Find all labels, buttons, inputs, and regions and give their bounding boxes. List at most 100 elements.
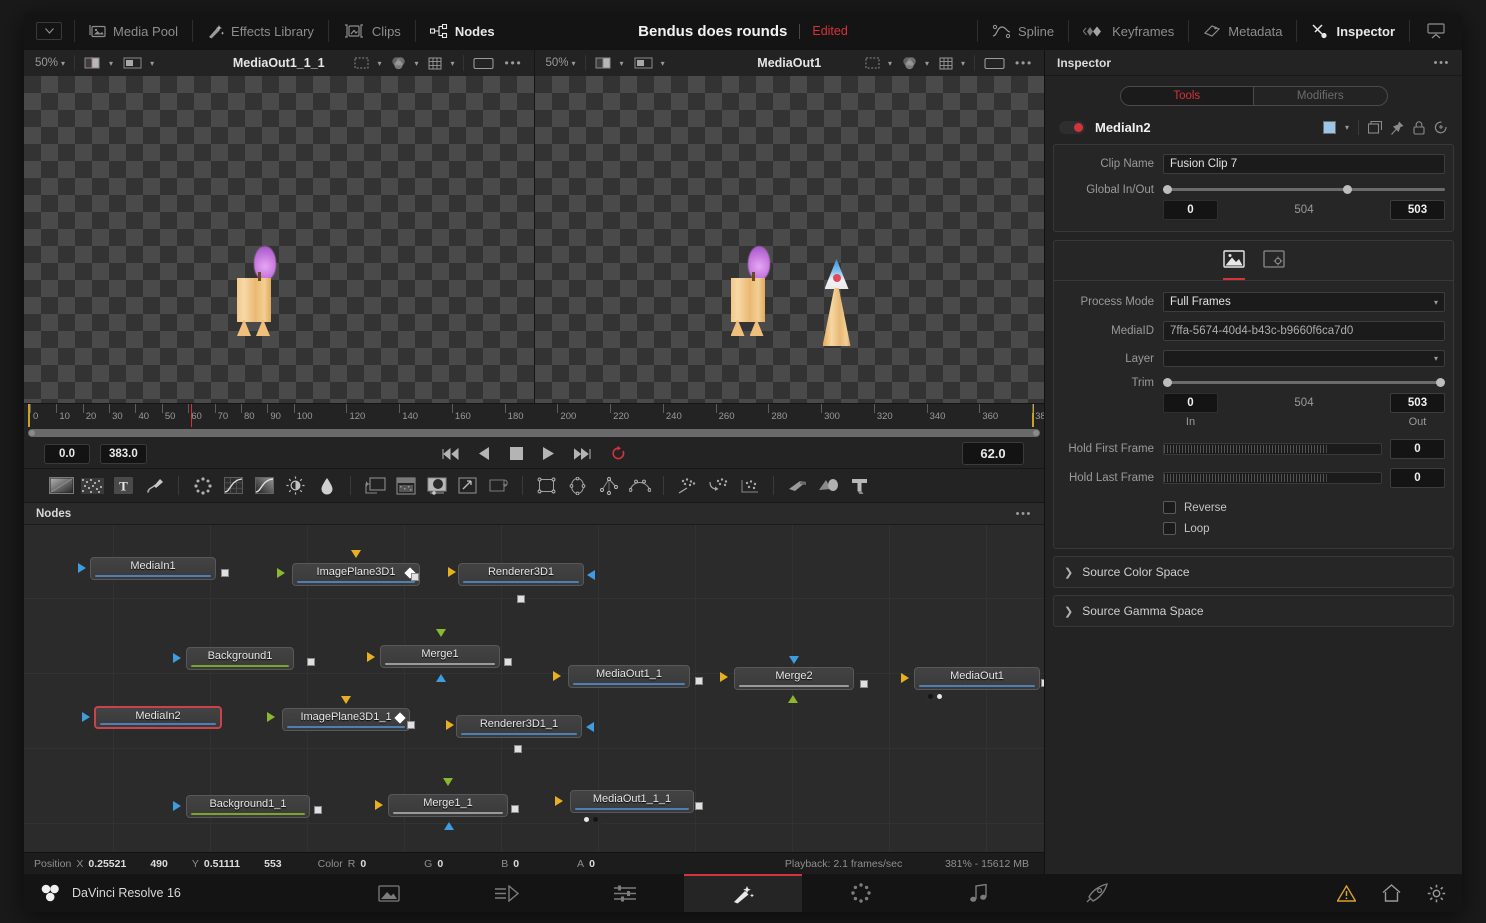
paint-tool[interactable]	[139, 469, 170, 502]
media-pool-button[interactable]: Media Pool	[75, 12, 192, 50]
node-input-arrow[interactable]	[277, 568, 285, 578]
node-output-port[interactable]	[517, 595, 525, 603]
viewer-1-split-button[interactable]: ▾	[79, 50, 118, 76]
node-output-port[interactable]	[407, 721, 415, 729]
metadata-button[interactable]: Metadata	[1189, 12, 1296, 50]
ellipse-mask-tool[interactable]	[562, 469, 593, 502]
trim-knob-in[interactable]	[1163, 378, 1172, 387]
node-input-arrow[interactable]	[173, 653, 181, 663]
node-input-arrow[interactable]	[553, 671, 561, 681]
viewer-1-zoom[interactable]: 50% ▾	[30, 50, 70, 76]
node-input-arrow[interactable]	[375, 800, 383, 810]
background-tool[interactable]	[46, 469, 77, 502]
node-input-arrow[interactable]	[720, 672, 728, 682]
text-tool[interactable]: T	[108, 469, 139, 502]
node-input-arrow[interactable]	[587, 570, 595, 580]
inspector-more-button[interactable]: •••	[1434, 57, 1450, 69]
resize-tool[interactable]	[483, 469, 514, 502]
clips-button[interactable]: Clips	[329, 12, 415, 50]
viewer-2-fit-button[interactable]	[979, 57, 1010, 70]
viewer-1-grid-button[interactable]: ▾	[423, 57, 459, 70]
node-input-arrow[interactable]	[267, 712, 275, 722]
trim-in-field[interactable]: 0	[1163, 393, 1218, 413]
node-input-arrow[interactable]	[901, 673, 909, 683]
dissolve-tool[interactable]	[390, 469, 421, 502]
nodes-more-button[interactable]: •••	[1016, 508, 1032, 520]
viewer-1-dot[interactable]	[928, 694, 933, 699]
tool-enable-toggle[interactable]	[1059, 121, 1085, 134]
viewer-1-layout-button[interactable]: ▾	[118, 50, 159, 76]
tracker-tool[interactable]	[672, 469, 703, 502]
color-corrector-tool[interactable]	[249, 469, 280, 502]
node-input-arrow[interactable]	[436, 674, 446, 682]
duplicate-icon[interactable]	[1368, 121, 1382, 134]
nodes-button[interactable]: Nodes	[416, 12, 509, 50]
trim-knob-out[interactable]	[1436, 378, 1445, 387]
viewer-2-dot[interactable]	[937, 694, 942, 699]
node-mediaout1_1[interactable]: MediaOut1_1	[568, 665, 690, 688]
node-input-arrow[interactable]	[788, 695, 798, 703]
viewer-2-dot[interactable]	[593, 817, 598, 822]
hold-last-frame-slider[interactable]	[1163, 472, 1382, 484]
brightness-contrast-tool[interactable]	[280, 469, 311, 502]
loop-button[interactable]	[611, 446, 626, 461]
trim-slider[interactable]	[1163, 376, 1445, 389]
node-view-indicators[interactable]	[580, 815, 602, 824]
polygon-mask-tool[interactable]	[593, 469, 624, 502]
layer-select[interactable]: ▾	[1163, 350, 1445, 367]
tab-tools[interactable]: Tools	[1120, 87, 1254, 105]
global-in-field[interactable]: 0	[1163, 200, 1218, 220]
slider-knob-out[interactable]	[1343, 185, 1353, 194]
viewer-1-more-button[interactable]: •••	[499, 56, 527, 70]
node-input-arrow[interactable]	[436, 629, 446, 637]
keyframes-button[interactable]: Keyframes	[1069, 12, 1188, 50]
play-forward-button[interactable]	[543, 447, 554, 460]
merge-tool[interactable]	[359, 469, 390, 502]
node-input-arrow[interactable]	[586, 722, 594, 732]
node-output-port[interactable]	[860, 680, 868, 688]
node-output-port[interactable]	[504, 658, 512, 666]
inspector-button[interactable]: Inspector	[1297, 12, 1409, 50]
node-background1_1[interactable]: Background1_1	[186, 795, 310, 818]
node-input-arrow[interactable]	[443, 778, 453, 786]
global-inout-slider[interactable]	[1163, 183, 1445, 196]
node-input-arrow[interactable]	[341, 696, 351, 704]
node-output-port[interactable]	[514, 745, 522, 753]
viewer-1-colorspace-button[interactable]: ▾	[386, 56, 423, 70]
node-output-port[interactable]	[1041, 679, 1044, 687]
node-input-arrow[interactable]	[789, 656, 799, 664]
media-page-button[interactable]	[330, 874, 448, 912]
loop-checkbox[interactable]	[1163, 522, 1176, 535]
range-start-field[interactable]: 0.0	[44, 443, 90, 464]
viewer-2-roi-button[interactable]: ▾	[860, 57, 897, 69]
node-input-arrow[interactable]	[367, 652, 375, 662]
reverse-checkbox[interactable]	[1163, 501, 1176, 514]
hold-first-frame-field[interactable]: 0	[1390, 439, 1445, 459]
viewer-2-colorspace-button[interactable]: ▾	[897, 56, 934, 70]
node-graph[interactable]: MediaIn1 ImagePlane3D1 Renderer3D1 Backgrou…	[24, 525, 1044, 852]
node-renderer3d1[interactable]: Renderer3D1	[458, 563, 584, 586]
process-mode-select[interactable]: Full Frames ▾	[1163, 292, 1445, 312]
node-imageplane3d1[interactable]: ImagePlane3D1	[292, 563, 420, 586]
viewer-1[interactable]	[24, 76, 535, 403]
node-mediaout1[interactable]: MediaOut1	[914, 667, 1040, 690]
node-input-arrow[interactable]	[555, 796, 563, 806]
viewer-1-dot[interactable]	[584, 817, 589, 822]
node-merge1[interactable]: Merge1	[380, 645, 500, 668]
home-icon[interactable]	[1382, 884, 1401, 902]
node-input-arrow[interactable]	[173, 801, 181, 811]
effects-library-button[interactable]: Effects Library	[193, 12, 328, 50]
bspline-mask-tool[interactable]	[624, 469, 655, 502]
node-merge2[interactable]: Merge2	[734, 667, 854, 690]
node-input-arrow[interactable]	[351, 550, 361, 558]
color-swatch-icon[interactable]	[1322, 121, 1336, 134]
blur-tool[interactable]	[187, 469, 218, 502]
node-input-arrow[interactable]	[82, 712, 90, 722]
node-output-port[interactable]	[411, 573, 419, 581]
node-output-port[interactable]	[695, 802, 703, 810]
text-3d-tool[interactable]	[844, 469, 875, 502]
node-input-arrow[interactable]	[446, 720, 454, 730]
viewer-1-fit-button[interactable]	[468, 57, 499, 70]
stop-button[interactable]	[510, 447, 523, 460]
viewer-2-zoom[interactable]: 50% ▾	[541, 50, 581, 76]
